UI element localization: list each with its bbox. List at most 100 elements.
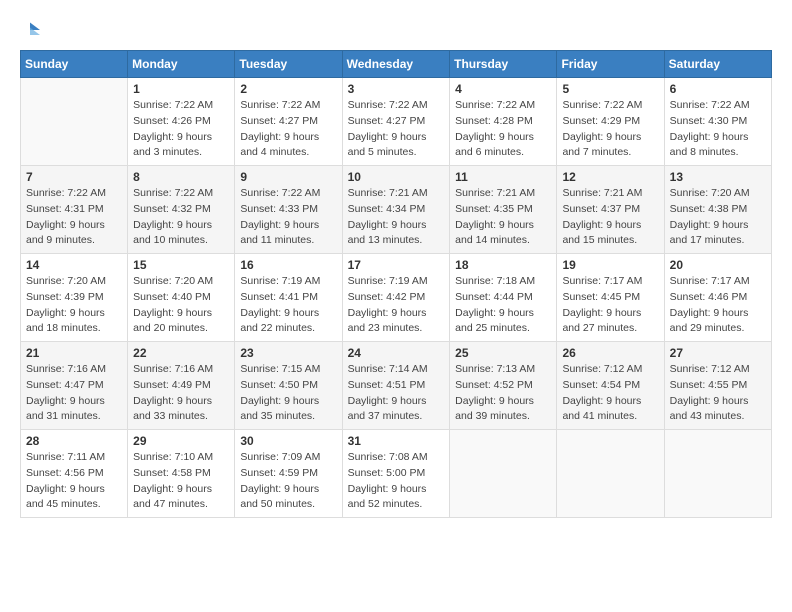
- day-number: 19: [562, 258, 658, 272]
- day-cell: 23 Sunrise: 7:15 AMSunset: 4:50 PMDayligh…: [235, 342, 342, 430]
- day-number: 11: [455, 170, 551, 184]
- day-info: Sunrise: 7:19 AMSunset: 4:41 PMDaylight:…: [240, 274, 336, 337]
- day-cell: 13 Sunrise: 7:20 AMSunset: 4:38 PMDayligh…: [664, 166, 771, 254]
- day-cell: 4 Sunrise: 7:22 AMSunset: 4:28 PMDaylight…: [450, 78, 557, 166]
- day-info: Sunrise: 7:15 AMSunset: 4:50 PMDaylight:…: [240, 362, 336, 425]
- day-number: 30: [240, 434, 336, 448]
- day-info: Sunrise: 7:22 AMSunset: 4:27 PMDaylight:…: [240, 98, 336, 161]
- day-cell: 6 Sunrise: 7:22 AMSunset: 4:30 PMDaylight…: [664, 78, 771, 166]
- calendar-table: SundayMondayTuesdayWednesdayThursdayFrid…: [20, 50, 772, 518]
- day-number: 15: [133, 258, 229, 272]
- day-info: Sunrise: 7:17 AMSunset: 4:46 PMDaylight:…: [670, 274, 766, 337]
- day-cell: 22 Sunrise: 7:16 AMSunset: 4:49 PMDayligh…: [128, 342, 235, 430]
- header-row: SundayMondayTuesdayWednesdayThursdayFrid…: [21, 51, 772, 78]
- day-cell: 31 Sunrise: 7:08 AMSunset: 5:00 PMDayligh…: [342, 430, 450, 518]
- day-info: Sunrise: 7:22 AMSunset: 4:30 PMDaylight:…: [670, 98, 766, 161]
- day-info: Sunrise: 7:21 AMSunset: 4:37 PMDaylight:…: [562, 186, 658, 249]
- day-info: Sunrise: 7:11 AMSunset: 4:56 PMDaylight:…: [26, 450, 122, 513]
- day-cell: 19Sunrise: 7:17 AMSunset: 4:45 PMDayligh…: [557, 254, 664, 342]
- day-info: Sunrise: 7:21 AMSunset: 4:34 PMDaylight:…: [348, 186, 445, 249]
- day-info: Sunrise: 7:08 AMSunset: 5:00 PMDaylight:…: [348, 450, 445, 513]
- day-cell: 18 Sunrise: 7:18 AMSunset: 4:44 PMDayligh…: [450, 254, 557, 342]
- day-cell: 8 Sunrise: 7:22 AMSunset: 4:32 PMDaylight…: [128, 166, 235, 254]
- day-info: Sunrise: 7:22 AMSunset: 4:29 PMDaylight:…: [562, 98, 658, 161]
- day-number: 18: [455, 258, 551, 272]
- day-number: 25: [455, 346, 551, 360]
- day-cell: [557, 430, 664, 518]
- day-info: Sunrise: 7:20 AMSunset: 4:39 PMDaylight:…: [26, 274, 122, 337]
- day-cell: 27 Sunrise: 7:12 AMSunset: 4:55 PMDayligh…: [664, 342, 771, 430]
- day-cell: 3 Sunrise: 7:22 AMSunset: 4:27 PMDaylight…: [342, 78, 450, 166]
- day-info: Sunrise: 7:19 AMSunset: 4:42 PMDaylight:…: [348, 274, 445, 337]
- col-header-monday: Monday: [128, 51, 235, 78]
- day-number: 5: [562, 82, 658, 96]
- day-number: 7: [26, 170, 122, 184]
- day-cell: 14 Sunrise: 7:20 AMSunset: 4:39 PMDayligh…: [21, 254, 128, 342]
- day-cell: 25 Sunrise: 7:13 AMSunset: 4:52 PMDayligh…: [450, 342, 557, 430]
- day-info: Sunrise: 7:18 AMSunset: 4:44 PMDaylight:…: [455, 274, 551, 337]
- day-cell: 16Sunrise: 7:19 AMSunset: 4:41 PMDayligh…: [235, 254, 342, 342]
- day-cell: 9Sunrise: 7:22 AMSunset: 4:33 PMDaylight…: [235, 166, 342, 254]
- day-info: Sunrise: 7:10 AMSunset: 4:58 PMDaylight:…: [133, 450, 229, 513]
- day-cell: 15 Sunrise: 7:20 AMSunset: 4:40 PMDayligh…: [128, 254, 235, 342]
- day-number: 21: [26, 346, 122, 360]
- day-number: 3: [348, 82, 445, 96]
- week-row-3: 14 Sunrise: 7:20 AMSunset: 4:39 PMDayligh…: [21, 254, 772, 342]
- day-cell: 10 Sunrise: 7:21 AMSunset: 4:34 PMDayligh…: [342, 166, 450, 254]
- day-cell: [21, 78, 128, 166]
- day-number: 13: [670, 170, 766, 184]
- day-cell: 7 Sunrise: 7:22 AMSunset: 4:31 PMDaylight…: [21, 166, 128, 254]
- col-header-saturday: Saturday: [664, 51, 771, 78]
- day-number: 23: [240, 346, 336, 360]
- day-number: 26: [562, 346, 658, 360]
- day-cell: 28 Sunrise: 7:11 AMSunset: 4:56 PMDayligh…: [21, 430, 128, 518]
- day-number: 9: [240, 170, 336, 184]
- day-number: 31: [348, 434, 445, 448]
- day-number: 27: [670, 346, 766, 360]
- day-number: 24: [348, 346, 445, 360]
- day-info: Sunrise: 7:09 AMSunset: 4:59 PMDaylight:…: [240, 450, 336, 513]
- day-cell: 21Sunrise: 7:16 AMSunset: 4:47 PMDayligh…: [21, 342, 128, 430]
- day-number: 28: [26, 434, 122, 448]
- day-info: Sunrise: 7:14 AMSunset: 4:51 PMDaylight:…: [348, 362, 445, 425]
- col-header-thursday: Thursday: [450, 51, 557, 78]
- day-info: Sunrise: 7:22 AMSunset: 4:26 PMDaylight:…: [133, 98, 229, 161]
- week-row-5: 28 Sunrise: 7:11 AMSunset: 4:56 PMDayligh…: [21, 430, 772, 518]
- day-number: 12: [562, 170, 658, 184]
- day-info: Sunrise: 7:22 AMSunset: 4:31 PMDaylight:…: [26, 186, 122, 249]
- day-cell: [450, 430, 557, 518]
- day-number: 4: [455, 82, 551, 96]
- day-info: Sunrise: 7:22 AMSunset: 4:27 PMDaylight:…: [348, 98, 445, 161]
- day-info: Sunrise: 7:12 AMSunset: 4:54 PMDaylight:…: [562, 362, 658, 425]
- week-row-4: 21Sunrise: 7:16 AMSunset: 4:47 PMDayligh…: [21, 342, 772, 430]
- day-info: Sunrise: 7:20 AMSunset: 4:40 PMDaylight:…: [133, 274, 229, 337]
- day-info: Sunrise: 7:13 AMSunset: 4:52 PMDaylight:…: [455, 362, 551, 425]
- week-row-1: 1 Sunrise: 7:22 AMSunset: 4:26 PMDaylight…: [21, 78, 772, 166]
- day-number: 8: [133, 170, 229, 184]
- day-number: 22: [133, 346, 229, 360]
- col-header-tuesday: Tuesday: [235, 51, 342, 78]
- day-number: 1: [133, 82, 229, 96]
- col-header-wednesday: Wednesday: [342, 51, 450, 78]
- day-cell: 2Sunrise: 7:22 AMSunset: 4:27 PMDaylight…: [235, 78, 342, 166]
- logo: [20, 20, 44, 40]
- day-number: 20: [670, 258, 766, 272]
- day-cell: [664, 430, 771, 518]
- day-number: 10: [348, 170, 445, 184]
- day-info: Sunrise: 7:22 AMSunset: 4:28 PMDaylight:…: [455, 98, 551, 161]
- day-number: 17: [348, 258, 445, 272]
- day-cell: 1 Sunrise: 7:22 AMSunset: 4:26 PMDaylight…: [128, 78, 235, 166]
- day-info: Sunrise: 7:12 AMSunset: 4:55 PMDaylight:…: [670, 362, 766, 425]
- day-cell: 12 Sunrise: 7:21 AMSunset: 4:37 PMDayligh…: [557, 166, 664, 254]
- day-number: 6: [670, 82, 766, 96]
- day-info: Sunrise: 7:21 AMSunset: 4:35 PMDaylight:…: [455, 186, 551, 249]
- day-cell: 30 Sunrise: 7:09 AMSunset: 4:59 PMDayligh…: [235, 430, 342, 518]
- day-info: Sunrise: 7:16 AMSunset: 4:49 PMDaylight:…: [133, 362, 229, 425]
- day-cell: 5 Sunrise: 7:22 AMSunset: 4:29 PMDaylight…: [557, 78, 664, 166]
- day-info: Sunrise: 7:22 AMSunset: 4:32 PMDaylight:…: [133, 186, 229, 249]
- week-row-2: 7 Sunrise: 7:22 AMSunset: 4:31 PMDaylight…: [21, 166, 772, 254]
- day-cell: 11 Sunrise: 7:21 AMSunset: 4:35 PMDayligh…: [450, 166, 557, 254]
- col-header-sunday: Sunday: [21, 51, 128, 78]
- day-number: 14: [26, 258, 122, 272]
- day-info: Sunrise: 7:20 AMSunset: 4:38 PMDaylight:…: [670, 186, 766, 249]
